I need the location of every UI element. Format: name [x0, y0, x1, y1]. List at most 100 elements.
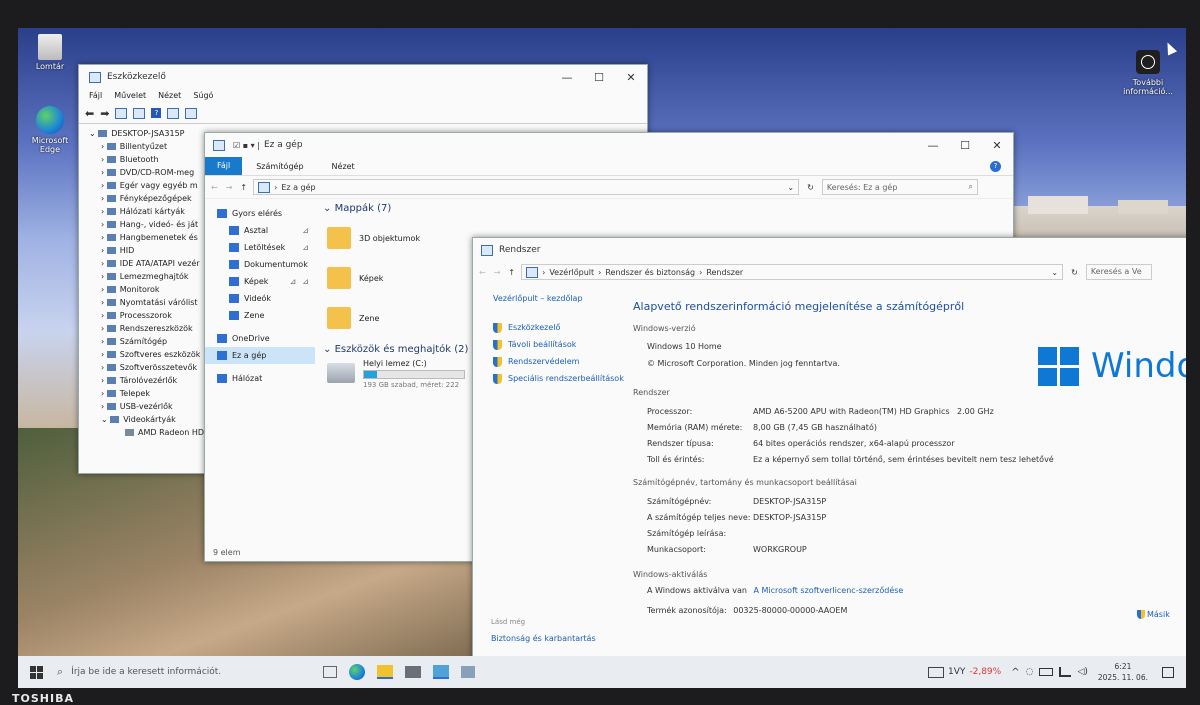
- mail-icon[interactable]: [405, 666, 421, 678]
- back-arrow-icon[interactable]: ←: [211, 183, 218, 192]
- nav-item[interactable]: Asztal ⊿: [205, 222, 315, 239]
- stock-widget[interactable]: 1VY -2,89%: [927, 666, 1001, 678]
- volume-icon[interactable]: ◁): [1077, 667, 1087, 677]
- nav-item[interactable]: OneDrive: [205, 330, 315, 347]
- minimize-icon[interactable]: —: [917, 139, 949, 152]
- search-input[interactable]: Keresés a Ve: [1085, 264, 1152, 280]
- system-window[interactable]: Rendszer ← → ↑ › Vezérlőpult › Rendszer …: [472, 237, 1186, 659]
- nav-item[interactable]: Ez a gép: [205, 347, 315, 364]
- windows-version-value: Windows 10 Home: [647, 342, 722, 351]
- nav-icon: [229, 311, 239, 320]
- tab-file[interactable]: Fájl: [205, 157, 243, 175]
- explorer-titlebar[interactable]: ☑ ▪ ▾ | Ez a gép — ☐ ✕: [205, 133, 1013, 157]
- tab-computer[interactable]: Számítógép: [242, 162, 317, 171]
- desktop-icon-more-info[interactable]: További információ...: [1118, 50, 1178, 96]
- back-arrow-icon[interactable]: ←: [479, 268, 486, 277]
- chevron-right-icon: ›: [101, 272, 105, 281]
- notifications-icon[interactable]: [1162, 666, 1174, 678]
- monitor-icon[interactable]: [185, 107, 198, 119]
- license-link[interactable]: A Microsoft szoftverlicenc-szerződése: [753, 586, 903, 595]
- system-side-link[interactable]: Rendszervédelem: [493, 353, 633, 370]
- list-icon[interactable]: [133, 107, 146, 119]
- chevron-right-icon: ⌄: [101, 415, 108, 424]
- system-side-panel: Vezérlőpult – kezdőlap Eszközkezelő Távol…: [493, 294, 633, 387]
- chevron-down-icon[interactable]: ⌄: [1051, 268, 1058, 277]
- device-icon: [106, 143, 116, 150]
- maximize-icon[interactable]: ☐: [949, 139, 981, 152]
- close-icon[interactable]: ✕: [981, 139, 1013, 152]
- tab-view[interactable]: Nézet: [318, 162, 369, 171]
- windows-brand-text: Windo: [1091, 346, 1186, 386]
- control-panel-home-link[interactable]: Vezérlőpult – kezdőlap: [493, 294, 633, 303]
- battery-icon[interactable]: [1039, 668, 1054, 676]
- close-icon[interactable]: ✕: [615, 71, 647, 84]
- chevron-down-icon[interactable]: ⌄: [787, 183, 794, 192]
- device-manager-titlebar[interactable]: Eszközkezelő — ☐ ✕: [79, 65, 647, 89]
- nav-item[interactable]: Hálózat: [205, 370, 315, 387]
- edge-icon[interactable]: [349, 664, 365, 680]
- back-arrow-icon[interactable]: ⬅: [85, 107, 94, 120]
- desktop-icon-edge[interactable]: Microsoft Edge: [20, 106, 80, 154]
- forward-arrow-icon[interactable]: →: [494, 268, 501, 277]
- search-icon: ⌕: [968, 182, 973, 191]
- change-product-key-link[interactable]: Másik: [1137, 610, 1170, 619]
- people-icon[interactable]: ◌: [1026, 667, 1034, 677]
- clock[interactable]: 6:21 2025. 11. 06.: [1098, 661, 1148, 683]
- system-titlebar[interactable]: Rendszer: [473, 238, 1186, 262]
- quick-access-toolbar[interactable]: ☑ ▪ ▾ |: [233, 141, 260, 150]
- properties-icon[interactable]: [115, 107, 128, 119]
- refresh-icon[interactable]: ↻: [1071, 268, 1078, 277]
- up-arrow-icon[interactable]: ↑: [240, 183, 247, 192]
- breadcrumb-item[interactable]: Rendszer és biztonság: [605, 268, 695, 277]
- system-icon[interactable]: [433, 665, 449, 679]
- shield-icon: [1137, 610, 1145, 619]
- menu-help[interactable]: Súgó: [193, 89, 213, 103]
- nav-item[interactable]: Zene: [205, 307, 315, 324]
- menu-view[interactable]: Nézet: [158, 89, 181, 103]
- desktop-screen: Lomtár Microsoft Edge További információ…: [18, 28, 1186, 688]
- up-arrow-icon[interactable]: ↑: [508, 268, 515, 277]
- grid-icon[interactable]: [167, 107, 180, 119]
- system-side-link[interactable]: Speciális rendszerbeállítások: [493, 370, 633, 387]
- task-view-icon[interactable]: [323, 666, 337, 678]
- nav-item[interactable]: Letöltések ⊿: [205, 239, 315, 256]
- network-icon[interactable]: [1059, 667, 1072, 677]
- search-input[interactable]: Keresés: Ez a gép ⌕: [821, 179, 978, 195]
- system-side-link[interactable]: Eszközkezelő: [493, 319, 633, 336]
- taskbar-search[interactable]: ⌕ Írja be ide a keresett információt.: [57, 656, 303, 688]
- nav-item[interactable]: Gyors elérés: [205, 205, 315, 222]
- nav-item[interactable]: Dokumentumok ⊿: [205, 256, 315, 286]
- address-bar[interactable]: › Vezérlőpult › Rendszer és biztonság › …: [521, 264, 1064, 280]
- system-side-link[interactable]: Távoli beállítások: [493, 336, 633, 353]
- breadcrumb-item[interactable]: Vezérlőpult: [549, 268, 594, 277]
- desktop-icon-recycle-bin[interactable]: Lomtár: [20, 34, 80, 71]
- chevron-up-icon[interactable]: ^: [1011, 667, 1019, 678]
- refresh-icon[interactable]: ↻: [807, 183, 814, 192]
- breadcrumb-item[interactable]: Rendszer: [706, 268, 743, 277]
- nav-icon: [229, 226, 239, 235]
- menu-file[interactable]: Fájl: [89, 89, 102, 103]
- folders-header[interactable]: ⌄ Mappák (7): [323, 203, 1005, 214]
- nav-item[interactable]: Videók: [205, 290, 315, 307]
- help-icon[interactable]: ?: [151, 108, 162, 118]
- security-maintenance-link[interactable]: Biztonság és karbantartás: [491, 634, 596, 643]
- nav-item[interactable]: Képek ⊿: [205, 273, 315, 290]
- maximize-icon[interactable]: ☐: [583, 71, 615, 84]
- device-icon: [110, 416, 120, 423]
- forward-arrow-icon[interactable]: ➡: [100, 107, 109, 120]
- system-app-icon: [481, 244, 493, 256]
- help-icon[interactable]: ?: [990, 160, 1001, 172]
- navigation-pane: Gyors elérés Asztal ⊿ Letöltések ⊿ Dokumentum…: [205, 199, 315, 539]
- device-manager-icon[interactable]: [461, 666, 475, 678]
- pin-icon: ⊿: [302, 243, 309, 252]
- minimize-icon[interactable]: —: [551, 71, 583, 84]
- breadcrumb-separator-icon: ›: [542, 267, 546, 277]
- menu-action[interactable]: Művelet: [114, 89, 146, 103]
- file-explorer-icon[interactable]: [377, 665, 393, 679]
- windows-start-icon[interactable]: [30, 665, 43, 679]
- forward-arrow-icon[interactable]: →: [226, 183, 233, 192]
- chevron-right-icon: ›: [101, 142, 105, 151]
- address-bar[interactable]: › Ez a gép ⌄: [253, 179, 800, 195]
- device-icon: [106, 234, 116, 241]
- window-title: Eszközkezelő: [107, 72, 166, 82]
